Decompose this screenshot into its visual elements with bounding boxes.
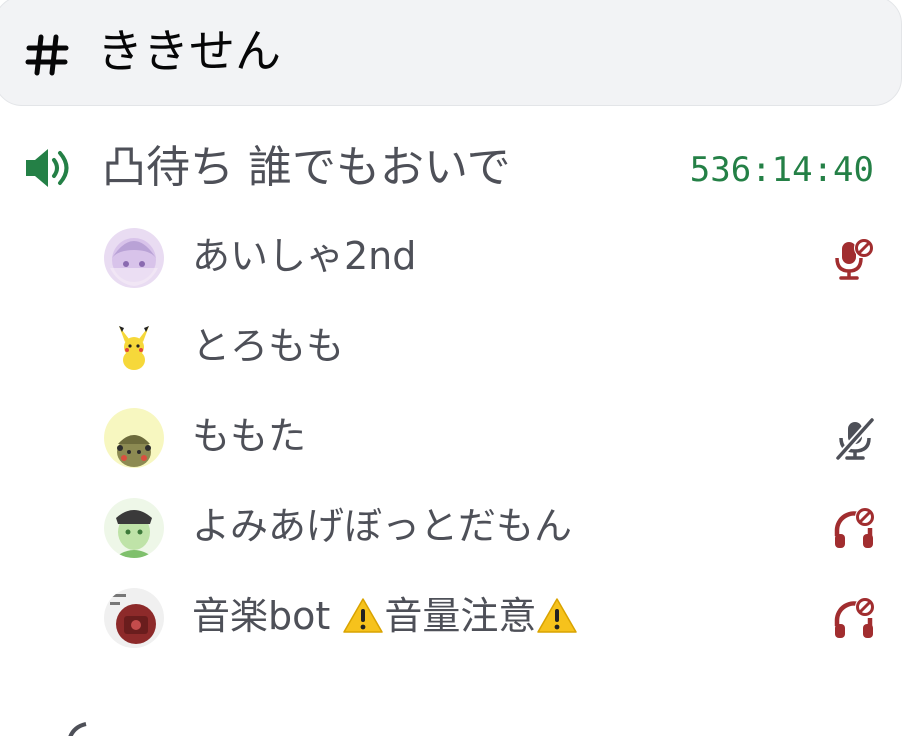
avatar: [104, 408, 164, 468]
text-channel-name: ききせん: [97, 24, 281, 78]
voice-member[interactable]: あいしゃ2nd: [0, 218, 900, 298]
avatar: [104, 588, 164, 648]
member-name: ももた: [192, 414, 307, 458]
member-name-part: 音楽bot: [192, 594, 331, 638]
channel-list: ききせん 凸待ち 誰でもおいで 536:14:40 あいしゃ2nd とろもも も…: [0, 0, 924, 736]
voice-member[interactable]: ももた: [0, 398, 900, 478]
hash-icon: [25, 34, 69, 76]
member-name-part: 音量注意: [384, 594, 537, 638]
server-deafened-icon: [834, 507, 875, 548]
avatar: [104, 228, 164, 288]
voice-member[interactable]: よみあげぼっとだもん: [0, 488, 900, 568]
avatar: [104, 318, 164, 378]
server-deafened-icon: [834, 597, 875, 638]
warning-icon: [537, 598, 578, 633]
voice-member[interactable]: 音楽bot 音量注意: [0, 578, 900, 658]
voice-member[interactable]: とろもも: [0, 308, 900, 388]
voice-channel-timer: 536:14:40: [689, 150, 874, 190]
text-channel-item[interactable]: ききせん: [0, 0, 902, 106]
member-name: とろもも: [192, 324, 345, 368]
voice-channel-item[interactable]: 凸待ち 誰でもおいで 536:14:40: [0, 130, 900, 210]
self-mic-muted-icon: [835, 417, 875, 461]
next-channel-icon: [68, 722, 87, 736]
speaker-icon: [26, 149, 69, 187]
avatar: [104, 498, 164, 558]
warning-icon: [343, 598, 384, 633]
member-name: よみあげぼっとだもん: [192, 504, 573, 548]
member-name: あいしゃ2nd: [192, 234, 417, 278]
server-mic-muted-icon: [835, 238, 874, 280]
member-name: 音楽bot 音量注意: [192, 588, 578, 644]
voice-channel-name: 凸待ち 誰でもおいで: [102, 142, 511, 193]
